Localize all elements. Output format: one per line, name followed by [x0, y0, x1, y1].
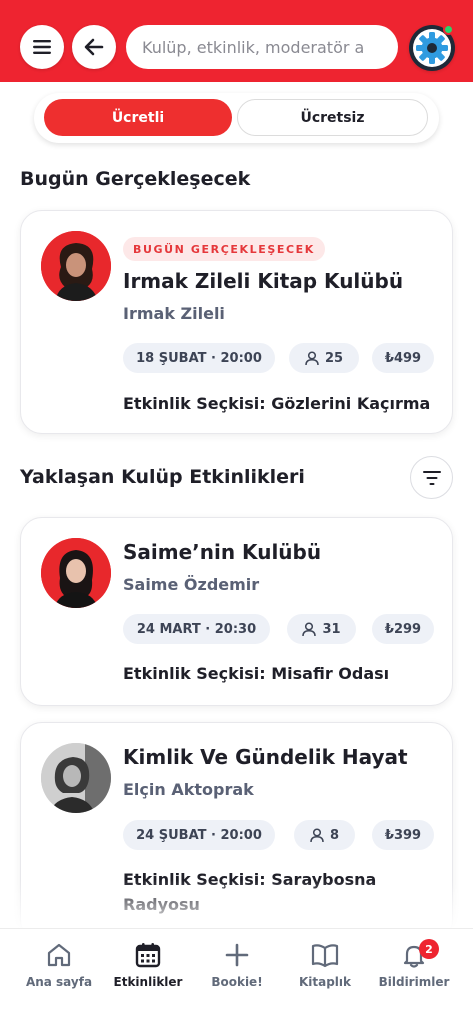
nav-home[interactable]: Ana sayfa	[12, 941, 106, 989]
plus-icon	[225, 943, 249, 967]
today-badge: BUGÜN GERÇEKLEŞECEK	[123, 237, 325, 261]
event-moderator: Elçin Aktoprak	[123, 780, 254, 799]
user-icon	[305, 350, 319, 365]
attendee-count: 31	[322, 621, 341, 637]
book-icon	[311, 944, 339, 968]
attendee-count: 8	[329, 827, 340, 843]
user-icon	[302, 621, 317, 636]
settings-button[interactable]	[409, 24, 455, 71]
nav-events[interactable]: Etkinlikler	[101, 941, 195, 989]
nav-notifications-label: Bildirimler	[378, 975, 450, 989]
back-arrow-icon	[84, 38, 104, 56]
person-photo	[41, 231, 111, 301]
avatar	[41, 538, 111, 608]
online-status-dot	[443, 24, 454, 35]
event-attendees: 8	[294, 820, 355, 850]
attendee-count: 25	[324, 350, 344, 366]
event-price-text: ₺399	[384, 827, 422, 843]
event-title: Saime’nin Kulübü	[123, 540, 322, 564]
section-title-upcoming: Yaklaşan Kulüp Etkinlikleri	[20, 466, 305, 488]
nav-library-label: Kitaplık	[298, 975, 352, 989]
event-price: ₺499	[372, 343, 434, 373]
event-attendees: 25	[289, 343, 359, 373]
nav-bookie[interactable]: Bookie!	[190, 941, 284, 989]
top-bar	[0, 0, 473, 82]
event-selection: Etkinlik Seçkisi: Gözlerini Kaçırma	[123, 394, 431, 413]
search-input[interactable]	[142, 37, 398, 57]
event-attendees: 31	[287, 614, 356, 644]
filter-icon	[422, 470, 441, 485]
avatar	[41, 231, 111, 301]
event-date: 18 ŞUBAT · 20:00	[123, 343, 275, 373]
price-tabs: Ücretli Ücretsiz	[34, 93, 439, 143]
event-title: Irmak Zileli Kitap Kulübü	[123, 269, 404, 293]
event-date-text: 24 MART · 20:30	[136, 621, 257, 637]
event-moderator: Irmak Zileli	[123, 304, 225, 323]
nav-bookie-label: Bookie!	[211, 975, 263, 989]
search-bar[interactable]	[126, 25, 398, 69]
event-date-text: 18 ŞUBAT · 20:00	[136, 350, 262, 366]
nav-home-label: Ana sayfa	[25, 975, 93, 989]
person-photo	[41, 538, 111, 608]
event-title: Kimlik Ve Gündelik Hayat	[123, 745, 408, 769]
event-price: ₺299	[372, 614, 434, 644]
bottom-nav: Ana sayfa Etkinlikler Bookie! Kitaplık 2…	[0, 928, 473, 1024]
person-photo	[41, 743, 111, 813]
avatar	[41, 743, 111, 813]
calendar-icon	[135, 943, 161, 968]
home-icon	[47, 943, 71, 967]
event-card[interactable]: Saime’nin Kulübü Saime Özdemir 24 MART ·…	[20, 517, 453, 706]
event-price-text: ₺499	[384, 350, 422, 366]
notification-count-badge: 2	[419, 939, 439, 959]
nav-events-label: Etkinlikler	[113, 975, 183, 989]
event-card[interactable]: BUGÜN GERÇEKLEŞECEK Irmak Zileli Kitap K…	[20, 210, 453, 434]
event-price-text: ₺299	[384, 621, 422, 637]
event-price: ₺399	[372, 820, 434, 850]
nav-library[interactable]: Kitaplık	[278, 941, 372, 989]
tab-paid[interactable]: Ücretli	[44, 99, 232, 136]
filter-button[interactable]	[410, 456, 453, 499]
event-moderator: Saime Özdemir	[123, 575, 260, 594]
tab-free[interactable]: Ücretsiz	[237, 99, 428, 136]
event-date-text: 24 ŞUBAT · 20:00	[136, 827, 262, 843]
nav-notifications[interactable]: 2 Bildirimler	[367, 939, 461, 989]
menu-icon	[33, 40, 51, 54]
event-selection: Etkinlik Seçkisi: Misafir Odası	[123, 664, 390, 683]
back-button[interactable]	[72, 25, 116, 69]
menu-button[interactable]	[20, 25, 64, 69]
user-icon	[310, 827, 324, 842]
event-date: 24 ŞUBAT · 20:00	[123, 820, 275, 850]
scroll-fade	[0, 880, 473, 928]
event-date: 24 MART · 20:30	[123, 614, 270, 644]
section-title-today: Bugün Gerçekleşecek	[20, 168, 251, 190]
